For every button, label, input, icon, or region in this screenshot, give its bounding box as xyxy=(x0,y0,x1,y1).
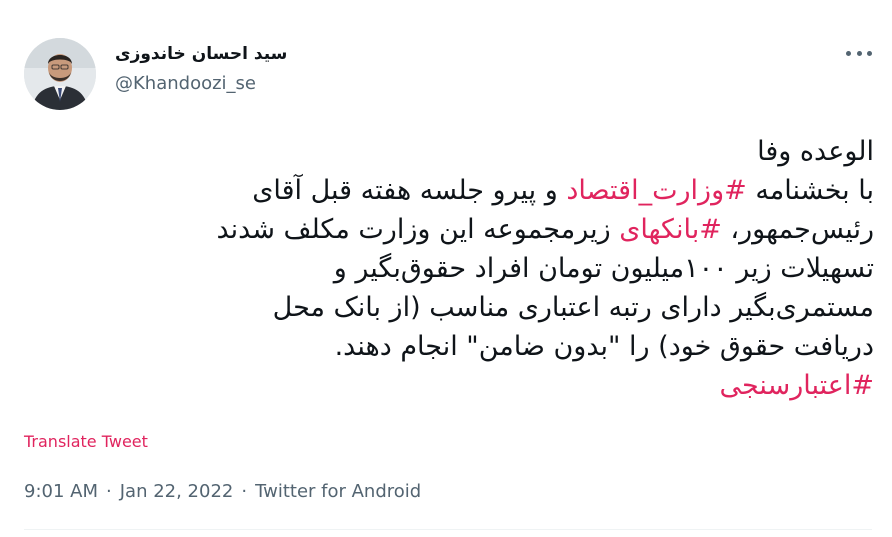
dot-icon xyxy=(867,50,872,56)
tweet-line: دریافت حقوق خود) را "بدون ضامن" انجام ده… xyxy=(24,327,874,366)
tweet-meta: 9:01 AM · Jan 22, 2022 · Twitter for And… xyxy=(24,481,421,502)
tweet-line: تسهیلات زیر ۱۰۰میلیون تومان افراد حقوق‌ب… xyxy=(24,249,874,288)
tweet-text-segment: زیرمجموعه این وزارت مکلف شدند xyxy=(216,214,620,245)
divider xyxy=(24,529,872,530)
hashtag-link[interactable]: #وزارت_اقتصاد xyxy=(566,175,746,206)
tweet-text-segment: رئیس‌جمهور، xyxy=(721,214,874,245)
hashtag-link[interactable]: #بانکهای xyxy=(619,214,722,245)
tweet-text-segment: دریافت حقوق خود) را "بدون ضامن" انجام ده… xyxy=(334,331,874,362)
tweet-date[interactable]: Jan 22, 2022 xyxy=(120,481,234,502)
tweet-source[interactable]: Twitter for Android xyxy=(255,481,421,502)
tweet-card: سید احسان خاندوزی @Khandoozi_se الوعده و… xyxy=(0,0,892,537)
tweet-text: الوعده وفا با بخشنامه #وزارت_اقتصاد و پیر… xyxy=(24,132,874,405)
tweet-text-segment: و پیرو جلسه هفته قبل آقای xyxy=(252,175,567,206)
tweet-line: #اعتبارسنجی xyxy=(24,366,875,405)
profile-photo-icon xyxy=(24,38,96,110)
tweet-line: الوعده وفا xyxy=(24,132,874,171)
tweet-text-segment: با بخشنامه xyxy=(746,175,874,206)
tweet-time[interactable]: 9:01 AM xyxy=(24,481,98,502)
avatar[interactable] xyxy=(24,38,96,110)
author-display-name[interactable]: سید احسان خاندوزی xyxy=(115,44,287,64)
more-options-icon[interactable] xyxy=(846,45,872,61)
hashtag-link[interactable]: #اعتبارسنجی xyxy=(720,370,875,401)
translate-tweet-link[interactable]: Translate Tweet xyxy=(24,432,148,451)
dot-icon xyxy=(856,50,862,56)
author-handle[interactable]: @Khandoozi_se xyxy=(115,73,256,94)
tweet-line: رئیس‌جمهور، #بانکهای زیرمجموعه این وزارت… xyxy=(24,210,874,249)
meta-separator: · xyxy=(241,481,248,502)
meta-separator: · xyxy=(106,481,112,502)
tweet-text-segment: تسهیلات زیر ۱۰۰میلیون تومان افراد حقوق‌ب… xyxy=(333,253,874,284)
tweet-text-segment: مستمری‌بگیر دارای رتبه اعتباری مناسب (از… xyxy=(272,292,874,323)
tweet-line: با بخشنامه #وزارت_اقتصاد و پیرو جلسه هفت… xyxy=(24,171,874,210)
tweet-line: مستمری‌بگیر دارای رتبه اعتباری مناسب (از… xyxy=(24,288,874,327)
dot-icon xyxy=(846,50,851,56)
tweet-text-segment: الوعده وفا xyxy=(757,136,874,167)
